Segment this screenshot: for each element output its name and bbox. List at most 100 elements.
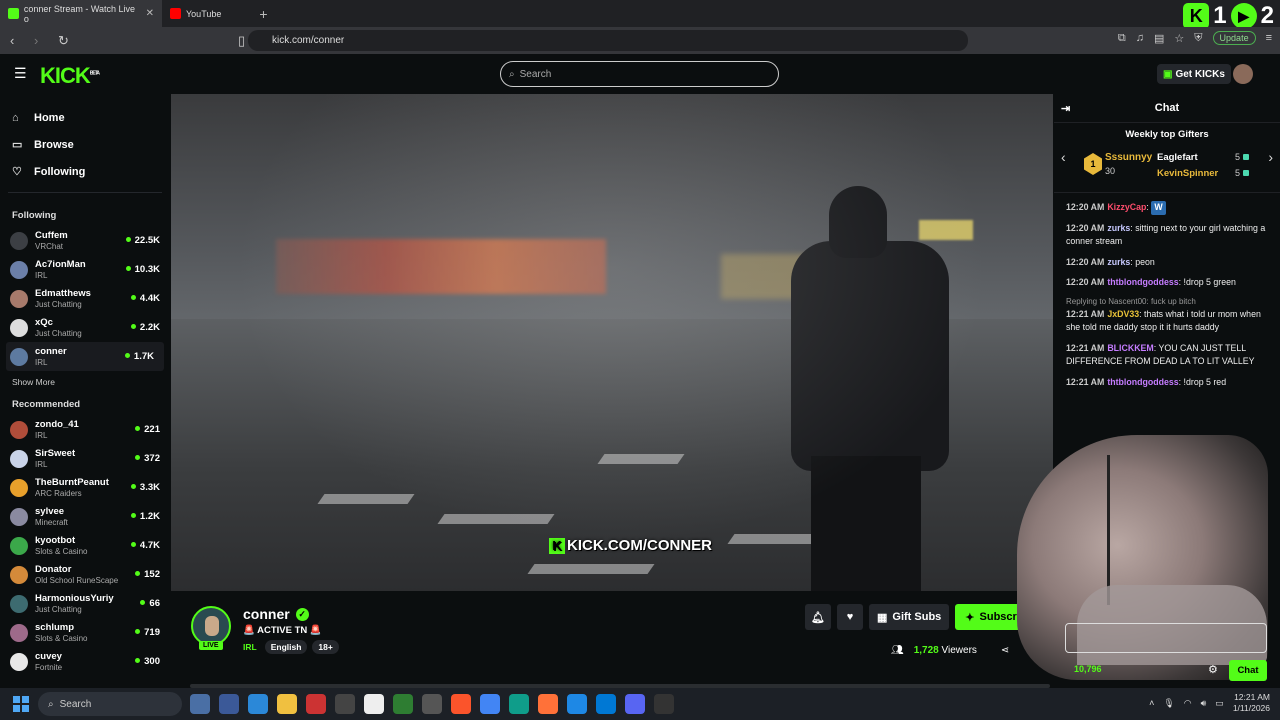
back-icon[interactable]: ‹ xyxy=(10,33,24,48)
discord-icon[interactable] xyxy=(625,694,645,714)
sidebar-channel-ac7ionman[interactable]: Ac7ionMan IRL 10.3K xyxy=(0,255,170,284)
mic-icon[interactable]: 🎙︎ xyxy=(1163,698,1174,709)
sidebar-channel-donator[interactable]: Donator Old School RuneScape 152 xyxy=(0,560,170,589)
channel-category: VRChat xyxy=(35,241,64,251)
tab-kick[interactable]: conner Stream - Watch Live o ✕ xyxy=(0,0,162,27)
follow-button[interactable]: ♥ xyxy=(837,604,863,630)
chrome-icon[interactable] xyxy=(480,694,500,714)
notification-bell-button[interactable]: 🔔︎ xyxy=(805,604,831,630)
wifi-icon[interactable]: ◠ xyxy=(1184,698,1192,709)
collapse-chat-icon[interactable]: ⇥ xyxy=(1061,102,1070,115)
user-avatar[interactable] xyxy=(1233,64,1253,84)
sidebar-item-following[interactable]: ♡ Following xyxy=(12,158,158,185)
firefox-icon[interactable] xyxy=(538,694,558,714)
battery-icon[interactable]: ▭ xyxy=(1215,698,1224,709)
app-icon[interactable] xyxy=(567,694,587,714)
sidebar-channel-kyootbot[interactable]: kyootbot Slots & Casino 4.7K xyxy=(0,531,170,560)
app-icon[interactable] xyxy=(364,694,384,714)
category-link[interactable]: IRL xyxy=(243,642,257,652)
live-badge: LIVE xyxy=(199,641,223,650)
sidebar-channel-zondo_41[interactable]: zondo_41 IRL 221 xyxy=(0,415,170,444)
sidebar-channel-harmoniousyuriy[interactable]: HarmoniousYuriy Just Chatting 66 xyxy=(0,589,170,618)
gear-icon[interactable]: ⚙ xyxy=(1208,663,1218,676)
sidebar-channel-cuffem[interactable]: Cuffem VRChat 22.5K xyxy=(0,226,170,255)
sidebar-channel-edmatthews[interactable]: Edmatthews Just Chatting 4.4K xyxy=(0,284,170,313)
top-gifter-name[interactable]: Sssunnyy xyxy=(1105,152,1152,163)
close-tab-icon[interactable]: ✕ xyxy=(146,8,154,19)
channel-points[interactable]: 10,796 xyxy=(1074,664,1102,674)
message-user[interactable]: zurks xyxy=(1107,223,1130,233)
clock[interactable]: 12:21 AM 1/11/2026 xyxy=(1233,692,1270,714)
app-icon[interactable] xyxy=(306,694,326,714)
reload-icon[interactable]: ↻ xyxy=(58,33,72,49)
app-icon[interactable] xyxy=(393,694,413,714)
channel-name[interactable]: conner ✓ xyxy=(243,606,309,622)
kick-logo[interactable]: KICKBETA xyxy=(40,63,100,89)
chevron-right-icon[interactable]: › xyxy=(1268,149,1273,165)
video-watermark: K KICK.COM/CONNER xyxy=(549,537,712,554)
folder-icon[interactable] xyxy=(277,694,297,714)
app-icon[interactable] xyxy=(190,694,210,714)
share-icon[interactable]: ⋖ xyxy=(1001,645,1009,656)
chat-message: 12:20 AM zurks: sitting next to your girl… xyxy=(1066,222,1266,247)
chevron-left-icon[interactable]: ‹ xyxy=(1061,149,1066,165)
music-icon[interactable]: ♫ xyxy=(1136,32,1144,44)
sidebar-channel-schlump[interactable]: schlump Slots & Casino 719 xyxy=(0,618,170,647)
message-user[interactable]: JxDV33 xyxy=(1107,309,1139,319)
app-icon[interactable] xyxy=(219,694,239,714)
channel-text: TheBurntPeanut ARC Raiders xyxy=(35,477,109,499)
message-user[interactable]: thtblondgoddess xyxy=(1107,277,1178,287)
app-icon[interactable] xyxy=(248,694,268,714)
search-input[interactable]: ⌕ Search xyxy=(500,61,779,87)
chat-message: 12:20 AM zurks: peon xyxy=(1066,256,1155,267)
favorites-icon[interactable]: ☆ xyxy=(1174,32,1184,45)
message-user[interactable]: thtblondgoddess xyxy=(1107,377,1178,387)
tab-youtube[interactable]: YouTube xyxy=(162,0,229,27)
sidebar-icon[interactable]: ▤ xyxy=(1154,32,1164,45)
show-more-link[interactable]: Show More xyxy=(0,371,170,395)
gifter-name[interactable]: Eaglefart xyxy=(1157,152,1198,163)
chat-input[interactable] xyxy=(1065,623,1267,653)
sidebar-channel-cuvey[interactable]: cuvey Fortnite 300 xyxy=(0,647,170,676)
message-user[interactable]: BLICKKEM xyxy=(1107,343,1153,353)
update-button[interactable]: Update xyxy=(1212,31,1256,45)
sidebar-channel-sylvee[interactable]: sylvee Minecraft 1.2K xyxy=(0,502,170,531)
shield-icon[interactable]: ⛨ xyxy=(1194,32,1202,45)
forward-icon[interactable]: › xyxy=(34,33,48,48)
gift-subs-button[interactable]: ▦ Gift Subs xyxy=(869,604,950,630)
message-user[interactable]: zurks xyxy=(1107,257,1130,267)
vscode-icon[interactable] xyxy=(596,694,616,714)
sidebar-channel-xqc[interactable]: xQc Just Chatting 2.2K xyxy=(0,313,170,342)
channel-avatar xyxy=(10,565,28,584)
menu-toggle-icon[interactable]: ☰ xyxy=(14,66,27,80)
volume-icon[interactable]: 🔊︎ xyxy=(1201,698,1207,709)
message-user[interactable]: KizzyCap xyxy=(1107,202,1146,212)
sidebar-channel-conner[interactable]: conner IRL 1.7K xyxy=(6,342,164,371)
new-tab-icon[interactable]: + xyxy=(259,6,267,22)
tag-18plus[interactable]: 18+ xyxy=(312,640,339,654)
channel-avatar[interactable] xyxy=(191,606,231,646)
edge-icon[interactable] xyxy=(509,694,529,714)
sidebar-channel-theburntpeanut[interactable]: TheBurntPeanut ARC Raiders 3.3K xyxy=(0,473,170,502)
channel-avatar xyxy=(10,231,28,250)
video-player[interactable]: K KICK.COM/CONNER xyxy=(171,94,1053,591)
chat-header: ⇥ Chat xyxy=(1054,94,1280,123)
get-kicks-button[interactable]: ▣ Get KICKs xyxy=(1157,64,1231,84)
sidebar-channel-sirsweet[interactable]: SirSweet IRL 372 xyxy=(0,444,170,473)
extensions-icon[interactable]: ⧉ xyxy=(1118,32,1126,45)
app-icon[interactable] xyxy=(422,694,442,714)
brave-icon[interactable] xyxy=(451,694,471,714)
app-icon[interactable] xyxy=(335,694,355,714)
taskbar-search[interactable]: ⌕ Search xyxy=(38,692,182,716)
gifter-name[interactable]: KevinSpinner xyxy=(1157,168,1218,179)
sidebar-item-browse[interactable]: ▭ Browse xyxy=(12,131,158,158)
menu-icon[interactable]: ≡ xyxy=(1266,32,1272,44)
url-input[interactable]: kick.com/conner xyxy=(248,30,968,51)
windows-start-icon[interactable] xyxy=(13,696,29,712)
tag-english[interactable]: English xyxy=(264,640,308,654)
sidebar-item-home[interactable]: ⌂ Home xyxy=(12,104,158,131)
channel-avatar xyxy=(10,318,28,337)
chevron-up-icon[interactable]: ˄ xyxy=(1149,698,1154,708)
send-chat-button[interactable]: Chat xyxy=(1229,660,1267,681)
app-icon[interactable] xyxy=(654,694,674,714)
